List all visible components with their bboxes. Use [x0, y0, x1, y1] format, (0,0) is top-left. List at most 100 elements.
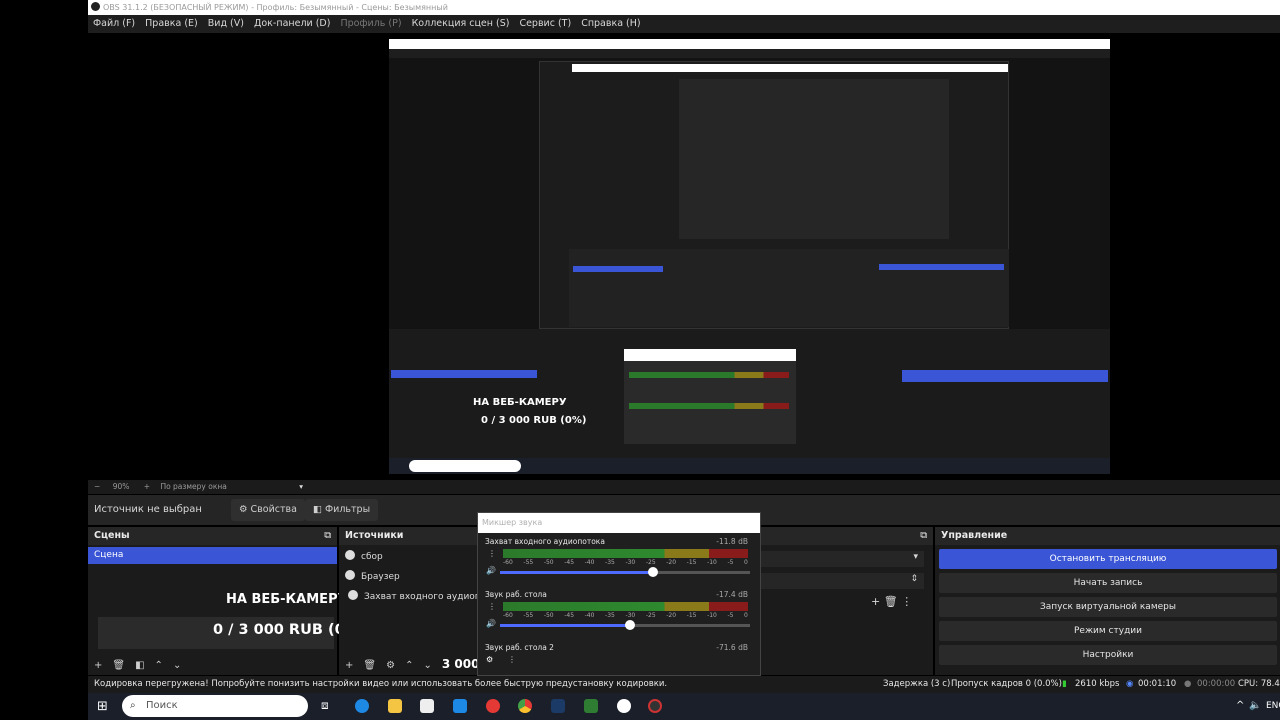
menu-item-6[interactable]: Сервис (T) — [519, 18, 571, 29]
status-bar: Кодировка перегружена! Попробуйте понизи… — [88, 676, 1280, 693]
scenes-toolbar: + 🗑 ◧ ⌃ ⌄ — [94, 660, 191, 671]
scene-item[interactable]: Сцена — [88, 547, 337, 564]
edge-icon[interactable] — [355, 699, 369, 713]
menu-item-0[interactable]: Файл (F) — [93, 18, 135, 29]
control-button[interactable]: Запуск виртуальной камеры — [939, 597, 1277, 617]
encoder-warning: Кодировка перегружена! Попробуйте понизи… — [94, 679, 668, 689]
menu-item-4[interactable]: Профиль (P) — [340, 18, 401, 29]
gear-icon: ⚙ — [239, 504, 251, 515]
chevron-down-icon[interactable]: ▾ — [299, 482, 303, 491]
move-down-button[interactable]: ⌄ — [423, 660, 431, 671]
stream-icon: ◉ — [1126, 679, 1134, 689]
add-icon[interactable]: + — [871, 595, 880, 608]
channel-name: Звук раб. стола — [485, 590, 547, 599]
goal-partial-text: 3 000 — [441, 657, 480, 671]
move-down-button[interactable]: ⌄ — [173, 660, 181, 671]
stepper-icon: ⇕ — [910, 574, 918, 584]
delay-status: Задержка (3 с) — [883, 679, 951, 689]
add-source-button[interactable]: + — [345, 660, 353, 671]
transition-select[interactable]: ▾ — [759, 551, 924, 567]
search-icon: ⌕ — [130, 700, 136, 711]
app-icon-2[interactable] — [617, 699, 631, 713]
volume-fader-fill — [500, 624, 630, 627]
remove-scene-button[interactable]: 🗑 — [112, 660, 125, 671]
signal-icon: ▮ — [1062, 679, 1067, 689]
channel-menu-icon[interactable]: ⋮ — [488, 549, 496, 558]
zoom-in-button[interactable]: + — [144, 482, 150, 491]
app-icon[interactable] — [584, 699, 598, 713]
window-titlebar: OBS 31.1.2 (БЕЗОПАСНЫЙ РЕЖИМ) - Профиль:… — [88, 0, 1280, 15]
controls-title: Управление — [935, 527, 1280, 545]
control-button[interactable]: Настройки — [939, 645, 1277, 665]
chevron-down-icon: ▾ — [913, 552, 918, 562]
webcam-text: НА ВЕБ-КАМЕРУ — [226, 592, 348, 607]
scale-tick: -20 — [666, 612, 677, 619]
dropped-frames: Пропуск кадров 0 (0.0%) — [951, 679, 1062, 689]
menu-item-5[interactable]: Коллекция сцен (S) — [412, 18, 510, 29]
scale-tick: -5 — [727, 559, 734, 566]
zoom-value: 90% — [112, 482, 130, 491]
menu-item-2[interactable]: Вид (V) — [208, 18, 244, 29]
more-icon[interactable]: ⋮ — [508, 655, 516, 664]
calculator-icon[interactable] — [420, 699, 434, 713]
fit-to-window-select[interactable]: По размеру окна — [160, 482, 226, 491]
record-time: 00:00:00 — [1197, 679, 1236, 689]
window-title: OBS 31.1.2 (БЕЗОПАСНЫЙ РЕЖИМ) - Профиль:… — [103, 3, 448, 12]
volume-fader-handle[interactable] — [625, 620, 635, 630]
more-icon[interactable]: ⋮ — [901, 595, 912, 608]
scale-tick: -10 — [707, 612, 717, 619]
record-icon: ● — [1184, 679, 1192, 689]
volume-icon[interactable]: 🔈 — [1249, 700, 1261, 711]
tray-chevron-icon[interactable]: ^ — [1236, 700, 1244, 711]
windows-start-icon[interactable]: ⊞ — [97, 699, 108, 714]
remove-source-button[interactable]: 🗑 — [363, 660, 376, 671]
yandex-icon[interactable] — [486, 699, 500, 713]
trash-icon[interactable]: 🗑 — [884, 595, 898, 608]
add-scene-button[interactable]: + — [94, 660, 102, 671]
volume-fader-fill — [500, 571, 653, 574]
volume-meter — [503, 549, 748, 558]
control-button[interactable]: Остановить трансляцию — [939, 549, 1277, 569]
scale-tick: -35 — [605, 612, 615, 619]
channel-menu-icon[interactable]: ⋮ — [488, 602, 496, 611]
menu-item-1[interactable]: Правка (E) — [145, 18, 198, 29]
channel-db: -71.6 dB — [716, 643, 748, 652]
duration-field[interactable]: ⇕ — [759, 573, 924, 589]
transition-toolbar: + 🗑 ⋮ — [871, 595, 912, 608]
speaker-icon[interactable]: 🔊 — [486, 566, 496, 575]
scale-tick: -35 — [605, 559, 615, 566]
task-view-icon[interactable]: ⧈ — [321, 698, 329, 713]
scale-tick: -20 — [666, 559, 677, 566]
scale-tick: -40 — [584, 612, 595, 619]
preview-webcam-text: НА ВЕБ-КАМЕРУ — [473, 397, 567, 408]
undock-icon[interactable]: ⧉ — [920, 527, 927, 545]
controls-dock: Управление Остановить трансляцию Начать з… — [935, 527, 1280, 675]
chrome-icon[interactable] — [518, 699, 532, 713]
menu-bar: Файл (F) Правка (E) Вид (V) Док-панели (D) П… — [88, 15, 1280, 33]
control-button[interactable]: Начать запись — [939, 573, 1277, 593]
volume-fader-handle[interactable] — [648, 567, 658, 577]
menu-item-3[interactable]: Док-панели (D) — [254, 18, 330, 29]
channel-name: Захват входного аудиопотока — [485, 537, 605, 546]
undock-icon[interactable]: ⧉ — [324, 527, 331, 545]
file-explorer-icon[interactable] — [388, 699, 402, 713]
control-button[interactable]: Режим студии — [939, 621, 1277, 641]
settings-icon[interactable]: ⚙ — [486, 655, 493, 664]
scene-filters-button[interactable]: ◧ — [135, 660, 144, 671]
move-up-button[interactable]: ⌃ — [405, 660, 413, 671]
obs-taskbar-icon[interactable] — [648, 699, 662, 713]
taskbar-search[interactable]: ⌕ Поиск — [122, 695, 308, 717]
source-settings-button[interactable]: ⚙ — [386, 660, 395, 671]
stream-time: 00:01:10 — [1138, 679, 1177, 689]
steam-icon[interactable] — [551, 699, 565, 713]
channel-db: -11.8 dB — [716, 537, 748, 546]
outlook-icon[interactable] — [453, 699, 467, 713]
filters-button[interactable]: ◧ Фильтры — [305, 499, 379, 521]
language-indicator[interactable]: ENG — [1266, 701, 1280, 711]
properties-button[interactable]: ⚙ Свойства — [231, 499, 305, 521]
menu-item-7[interactable]: Справка (H) — [581, 18, 640, 29]
zoom-out-button[interactable]: − — [94, 482, 100, 491]
speaker-icon[interactable]: 🔊 — [486, 619, 496, 628]
move-up-button[interactable]: ⌃ — [155, 660, 163, 671]
filter-icon: ◧ — [313, 504, 325, 515]
